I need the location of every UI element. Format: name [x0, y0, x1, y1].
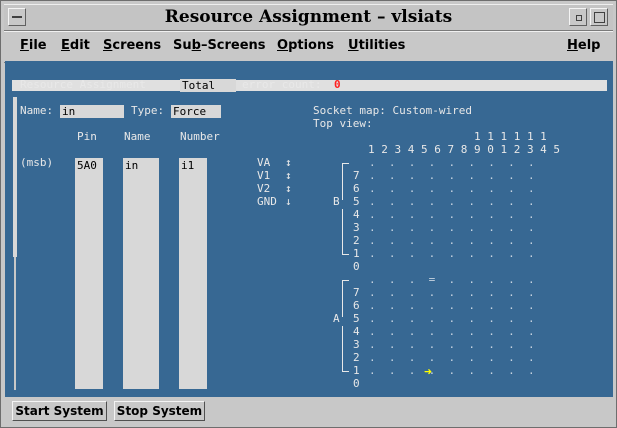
msb-label: (msb) — [20, 156, 54, 169]
supply-v2: V2 — [257, 182, 271, 195]
pin-column[interactable]: 5A0 — [75, 158, 103, 389]
supply-gnd: GND — [257, 195, 277, 208]
top-view-label: Top view: — [313, 117, 373, 130]
menu-edit[interactable]: Edit — [61, 38, 90, 53]
supply-v1: V1 — [257, 169, 271, 182]
application-window: Resource Assignment – vlsiats File Edit … — [0, 0, 617, 428]
number-cell[interactable]: i1 — [179, 158, 207, 172]
menu-bar: File Edit Screens Sub–Screens Options Ut… — [4, 31, 613, 63]
up-down-arrow-icon[interactable]: ↕ — [285, 169, 292, 182]
bank-a-bracket — [342, 326, 349, 372]
down-arrow-icon[interactable]: ↓ — [285, 195, 292, 208]
up-down-arrow-icon[interactable]: ↕ — [285, 156, 292, 169]
column-header-pin: Pin — [77, 130, 97, 143]
start-system-button[interactable]: Start System — [12, 401, 107, 421]
error-count-value: 0 — [334, 78, 341, 91]
menu-utilities[interactable]: Utilities — [348, 38, 405, 53]
name-cell[interactable]: in — [123, 158, 159, 172]
maximize-icon — [594, 12, 605, 23]
bank-b-label: B — [333, 195, 340, 208]
total-field: Total — [180, 79, 236, 92]
name-column[interactable]: in — [123, 158, 159, 389]
window-title: Resource Assignment – vlsiats — [164, 7, 453, 27]
bank-b-bracket — [342, 163, 349, 200]
column-header-number: Number — [180, 130, 220, 143]
column-header-name: Name — [124, 130, 151, 143]
name-label: Name: — [20, 104, 54, 117]
name-input[interactable]: in — [60, 105, 124, 118]
menu-screens[interactable]: Screens — [103, 38, 161, 53]
menu-help[interactable]: Help — [567, 38, 600, 53]
menu-file[interactable]: File — [20, 38, 47, 53]
column-numbers-tens: 1 1 1 1 1 1 — [368, 130, 547, 143]
title-bar[interactable]: Resource Assignment – vlsiats — [4, 4, 613, 31]
bank-a-label: A — [333, 312, 340, 325]
bank-b-bracket — [342, 209, 349, 255]
bank-a-socket-grid[interactable]: . . . = . . . . . . . . . . . . . . . . … — [369, 273, 535, 377]
panel-heading: Resource Assignment — [20, 78, 146, 91]
bank-b-row-labels: 7 6 5 4 3 2 1 0 — [353, 169, 360, 273]
bank-b-socket-grid[interactable]: . . . . . . . . . . . . . . . . . . . . … — [369, 156, 535, 260]
error-count-label: error count: — [242, 78, 322, 91]
type-label: Type: — [131, 104, 165, 117]
menu-sub-screens[interactable]: Sub–Screens — [173, 38, 266, 53]
supply-va: VA — [257, 156, 271, 169]
number-column[interactable]: i1 — [179, 158, 207, 389]
minimize-button[interactable] — [569, 8, 587, 26]
column-numbers-units: 1 2 3 4 5 6 7 8 9 0 1 2 3 4 5 — [368, 143, 561, 156]
pointer-cursor-icon: ➜ — [424, 365, 432, 380]
menu-options[interactable]: Options — [277, 38, 334, 53]
type-select[interactable]: Force — [171, 105, 221, 118]
stop-system-button[interactable]: Stop System — [114, 401, 205, 421]
minimize-icon — [576, 15, 582, 21]
pin-cell[interactable]: 5A0 — [75, 158, 103, 172]
bank-a-bracket — [342, 280, 349, 317]
maximize-button[interactable] — [590, 8, 608, 26]
scrollbar-thumb[interactable] — [13, 97, 17, 257]
socket-map-label: Socket map: Custom-wired — [313, 104, 472, 117]
up-down-arrow-icon[interactable]: ↕ — [285, 182, 292, 195]
bank-a-row-labels: 7 6 5 4 3 2 1 0 — [353, 286, 360, 390]
bottom-bar: Start System Stop System — [4, 398, 613, 425]
